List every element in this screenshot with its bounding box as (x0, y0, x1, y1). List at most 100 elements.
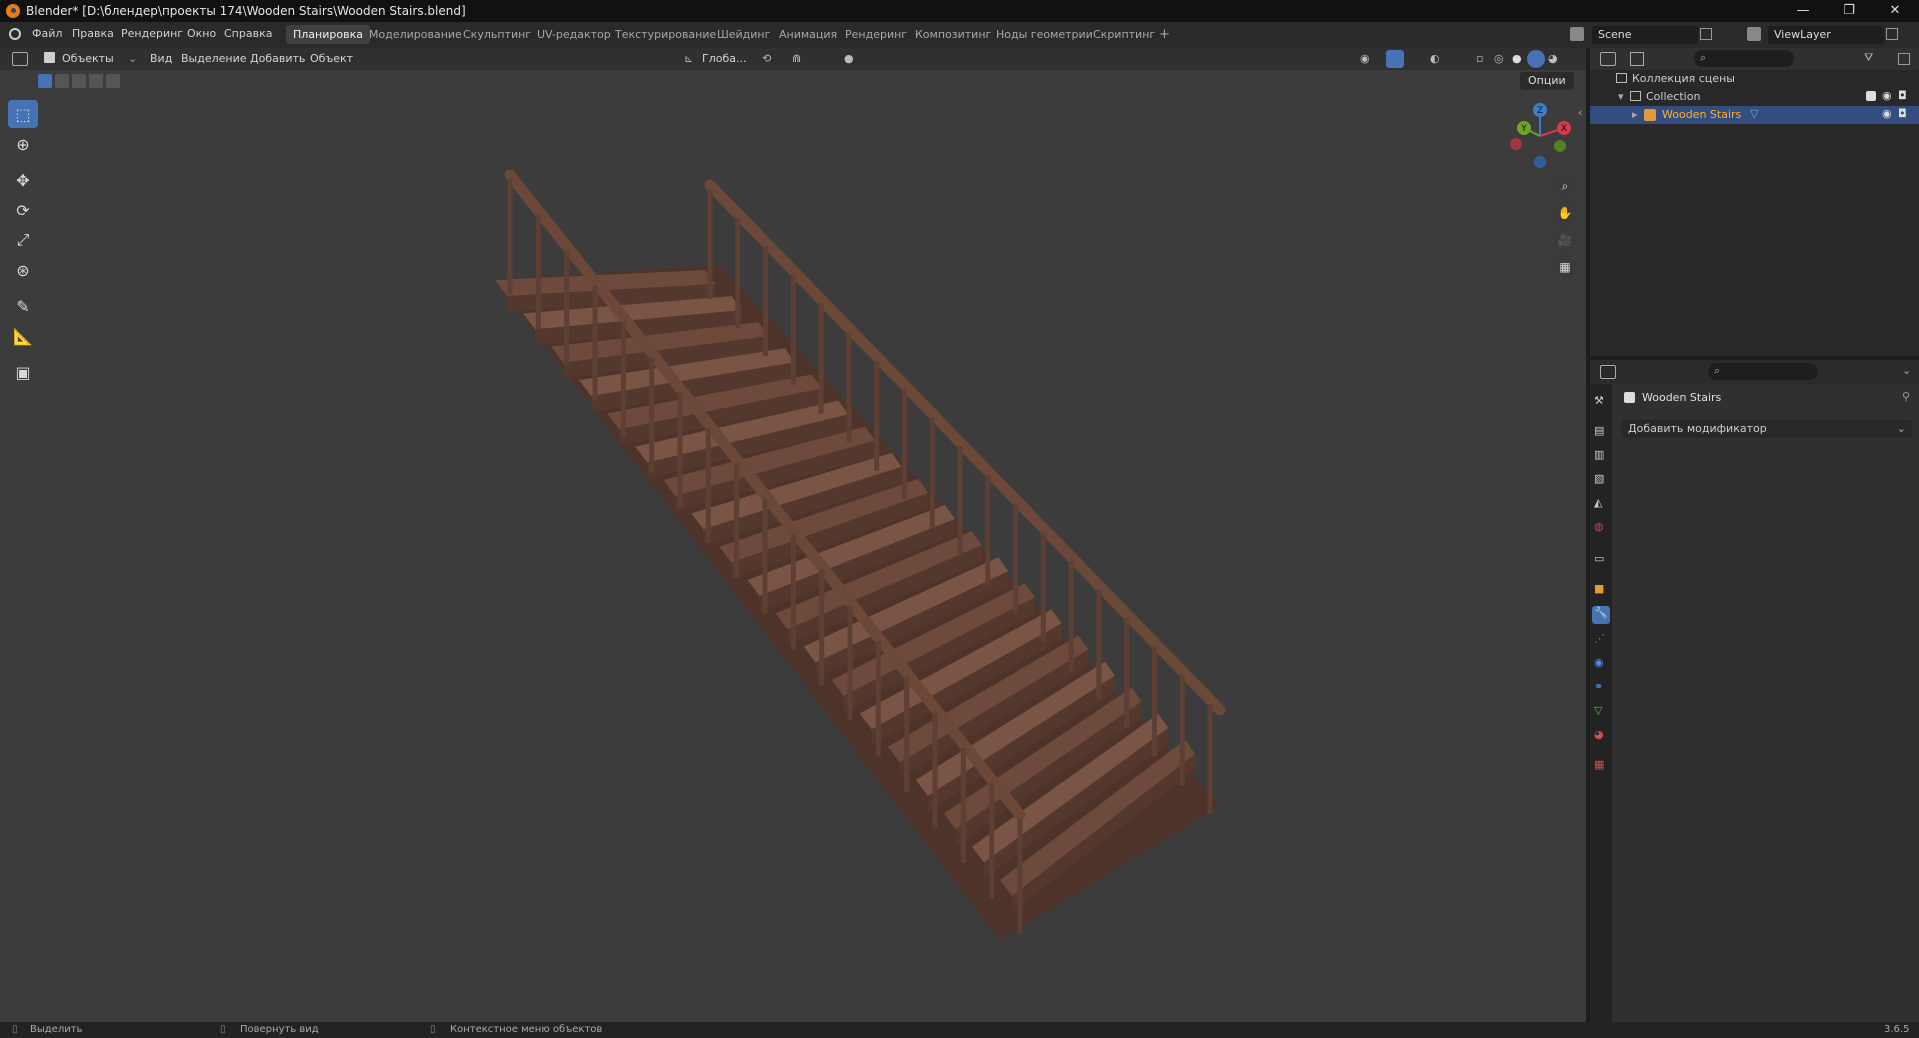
add-workspace-button[interactable]: + (1152, 25, 1177, 44)
menu-edit[interactable]: Правка (72, 27, 114, 40)
snap-icon[interactable]: ⋒ (792, 52, 801, 65)
mesh-data-icon[interactable]: ▽ (1750, 107, 1758, 120)
blender-menu-icon[interactable] (9, 28, 21, 40)
menu-object[interactable]: Объект (310, 52, 353, 65)
3d-viewport[interactable]: Опции ⬚ ⊕ ✥ ⟳ ⤢ ⊛ ✎ 📐 ▣ Z X Y ⌕ ✋ 🎥 ▦ ‹ (0, 70, 1586, 1022)
visibility-icon[interactable]: ◉ (1360, 52, 1370, 65)
outliner-row-scene-collection[interactable]: Коллекция сцены (1590, 70, 1919, 88)
collection-tab-icon[interactable]: ▭ (1594, 552, 1604, 565)
view-layer-tab-icon[interactable]: ▧ (1594, 472, 1604, 485)
chevron-down-icon[interactable]: ⌄ (128, 52, 137, 65)
editor-type-icon[interactable] (12, 52, 28, 66)
outliner-search-input[interactable] (1694, 50, 1794, 67)
menu-select[interactable]: Выделение (181, 52, 247, 65)
new-scene-icon[interactable] (1700, 28, 1712, 40)
menu-help[interactable]: Справка (224, 27, 272, 40)
properties-search-input[interactable] (1708, 363, 1818, 380)
outliner-row-collection[interactable]: ▾ Collection ◉ ◘ (1590, 88, 1919, 106)
tool-tab-icon[interactable]: ⚒ (1594, 394, 1604, 407)
new-collection-icon[interactable] (1898, 53, 1910, 65)
properties-editor-type-icon[interactable] (1600, 365, 1616, 379)
pivot-point-icon[interactable]: ⟲ (762, 52, 771, 65)
modifier-tab-icon[interactable]: 🔧 (1592, 606, 1610, 624)
select-new-icon[interactable] (38, 74, 52, 88)
select-subtract-icon[interactable] (72, 74, 86, 88)
tab-sculpting[interactable]: Скульптинг (456, 25, 538, 44)
transform-orientation-icon[interactable]: ⊾ (684, 52, 693, 65)
move-tool-icon[interactable]: ✥ (8, 166, 38, 194)
menu-window[interactable]: Окно (187, 27, 216, 40)
camera-icon[interactable]: ◘ (1898, 89, 1907, 102)
eye-icon[interactable]: ◉ (1882, 107, 1892, 120)
outliner-row-wooden-stairs[interactable]: ▸ Wooden Stairs ▽ ◉ ◘ (1590, 106, 1919, 124)
menu-add[interactable]: Добавить (250, 52, 305, 65)
scene-selector[interactable]: Scene (1592, 26, 1698, 44)
tab-modeling[interactable]: Моделирование (362, 25, 469, 44)
proportional-edit-icon[interactable]: ● (844, 52, 854, 65)
close-button[interactable]: ✕ (1872, 0, 1918, 22)
gizmo-toggle-icon[interactable] (1386, 50, 1404, 68)
display-mode-icon[interactable] (1630, 52, 1644, 66)
menu-render[interactable]: Рендеринг (121, 27, 183, 40)
checkbox-icon[interactable] (1866, 91, 1876, 101)
object-tab-icon[interactable]: ■ (1594, 582, 1604, 595)
minimize-button[interactable]: — (1780, 0, 1826, 22)
constraints-tab-icon[interactable]: ⚭ (1594, 680, 1603, 693)
select-box-tool-icon[interactable]: ⬚ (8, 100, 38, 128)
options-dropdown[interactable]: Опции (1520, 72, 1574, 90)
new-view-layer-icon[interactable] (1886, 28, 1898, 40)
mode-selector[interactable]: Объекты (62, 52, 114, 65)
physics-tab-icon[interactable]: ◉ (1594, 656, 1604, 669)
view-layer-selector[interactable]: ViewLayer (1768, 26, 1884, 44)
view-layer-icon[interactable] (1747, 27, 1761, 41)
scene-tab-icon[interactable]: ◭ (1594, 496, 1602, 509)
xray-icon[interactable]: ▫ (1476, 52, 1483, 65)
menu-file[interactable]: Файл (32, 27, 62, 40)
scene-icon[interactable] (1570, 27, 1584, 41)
output-tab-icon[interactable]: ▥ (1594, 448, 1604, 461)
add-modifier-dropdown[interactable]: Добавить модификатор ⌄ (1622, 420, 1912, 438)
tab-animation[interactable]: Анимация (772, 25, 844, 44)
pan-hand-icon[interactable]: ✋ (1553, 201, 1577, 225)
eye-icon[interactable]: ◉ (1882, 89, 1892, 102)
maximize-button[interactable]: ❐ (1826, 0, 1872, 22)
rendered-shading-icon[interactable]: ◕ (1548, 52, 1558, 65)
tab-rendering[interactable]: Рендеринг (838, 25, 914, 44)
cursor-tool-icon[interactable]: ⊕ (8, 130, 38, 158)
camera-icon[interactable]: ◘ (1898, 107, 1907, 120)
select-extend-icon[interactable] (55, 74, 69, 88)
tab-layout[interactable]: Планировка (286, 25, 370, 44)
zoom-icon[interactable]: ⌕ (1553, 174, 1577, 198)
wooden-stairs-model[interactable] (480, 100, 1240, 970)
transform-tool-icon[interactable]: ⊛ (8, 256, 38, 284)
scale-tool-icon[interactable]: ⤢ (8, 226, 38, 254)
data-tab-icon[interactable]: ▽ (1594, 704, 1602, 717)
sidebar-toggle-icon[interactable]: ‹ (1578, 106, 1582, 119)
tab-compositing[interactable]: Композитинг (908, 25, 998, 44)
transform-orientation-selector[interactable]: Глоба... (702, 52, 746, 65)
world-tab-icon[interactable]: ◍ (1594, 520, 1604, 533)
tab-uv-editing[interactable]: UV-редактор (530, 25, 618, 44)
material-preview-shading-icon[interactable] (1527, 50, 1545, 68)
filter-icon[interactable]: ⛛ (1864, 51, 1873, 65)
solid-shading-icon[interactable]: ● (1512, 52, 1522, 65)
particles-tab-icon[interactable]: ⋰ (1594, 632, 1605, 645)
render-tab-icon[interactable]: ▤ (1594, 424, 1604, 437)
perspective-grid-icon[interactable]: ▦ (1553, 255, 1577, 279)
annotate-tool-icon[interactable]: ✎ (8, 292, 38, 320)
select-intersect-icon[interactable] (106, 74, 120, 88)
tab-geometry-nodes[interactable]: Ноды геометрии (989, 25, 1100, 44)
tab-texture-paint[interactable]: Текстурирование (608, 25, 723, 44)
camera-view-icon[interactable]: 🎥 (1553, 228, 1577, 252)
rotate-tool-icon[interactable]: ⟳ (8, 196, 38, 224)
chevron-down-icon[interactable]: ⌄ (1902, 364, 1911, 377)
select-invert-icon[interactable] (89, 74, 103, 88)
texture-tab-icon[interactable]: ▦ (1594, 758, 1604, 771)
navigation-gizmo[interactable]: Z X Y (1506, 100, 1576, 170)
measure-tool-icon[interactable]: 📐 (8, 322, 38, 350)
tab-scripting[interactable]: Скриптинг (1086, 25, 1162, 44)
menu-view[interactable]: Вид (150, 52, 172, 65)
expand-arrow-icon[interactable]: ▾ (1618, 90, 1624, 103)
tab-shading[interactable]: Шейдинг (710, 25, 777, 44)
material-tab-icon[interactable]: ◕ (1594, 728, 1604, 741)
